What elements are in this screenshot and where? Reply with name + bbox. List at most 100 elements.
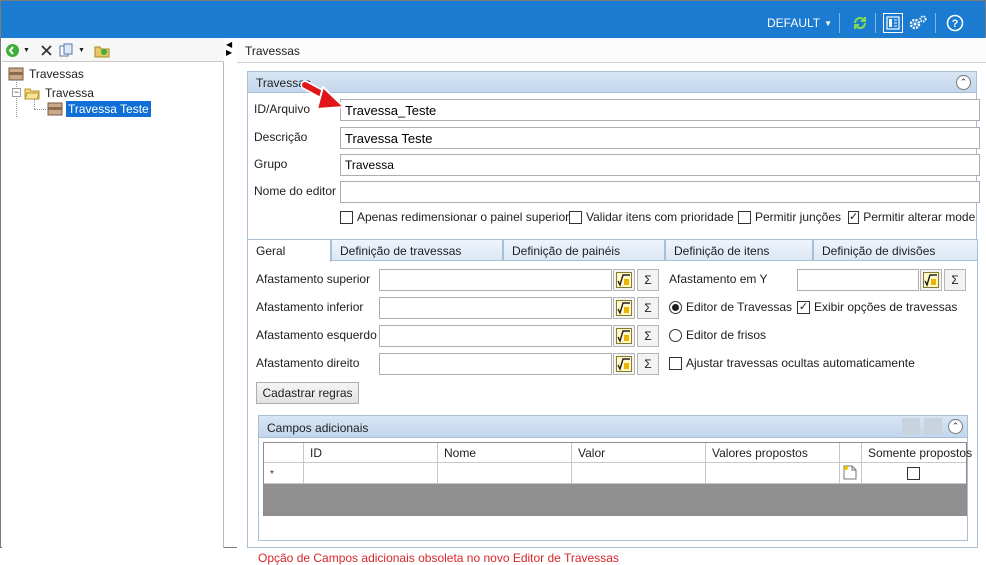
tree-item-selected[interactable]: Travessa Teste	[47, 100, 151, 118]
tab-definicao-divisoes[interactable]: Definição de divisões	[813, 239, 978, 261]
tree-root[interactable]: Travessas	[8, 65, 86, 83]
check-juncoes[interactable]: Permitir junções	[738, 210, 841, 224]
grid-cell-valor[interactable]	[572, 463, 706, 483]
check-ajustar[interactable]: Ajustar travessas ocultas automaticament…	[669, 356, 915, 370]
checkbox-icon	[738, 210, 751, 224]
grupo-label: Grupo	[254, 157, 288, 171]
tree-root-label: Travessas	[29, 67, 84, 81]
sum-icon[interactable]: Σ	[637, 269, 659, 291]
separator	[875, 13, 876, 33]
column-header-nome[interactable]: Nome	[438, 443, 572, 462]
formula-icon[interactable]	[613, 297, 635, 319]
radio-editor-frisos[interactable]: Editor de frisos	[669, 328, 766, 342]
refresh-icon[interactable]	[850, 13, 870, 33]
check-alterar-modelo[interactable]: ✓ Permitir alterar modelo	[848, 210, 976, 224]
new-row-marker: *	[264, 463, 304, 483]
column-header-valor[interactable]: Valor	[572, 443, 706, 462]
profile-dropdown[interactable]: DEFAULT ▼	[767, 16, 832, 30]
column-header-id[interactable]: ID	[304, 443, 438, 462]
application-window: DEFAULT ▼ ? ▼ ▼ Travessas − Travessa Tra…	[0, 0, 986, 565]
checkmark-icon: ✓	[797, 300, 810, 314]
check-label: Permitir alterar modelo	[863, 210, 976, 224]
profile-label: DEFAULT	[767, 16, 821, 30]
afast-superior-field[interactable]	[379, 269, 612, 291]
radio-icon	[669, 328, 682, 342]
layout-icon[interactable]	[883, 13, 903, 33]
separator	[839, 13, 840, 33]
afast-inferior-field[interactable]	[379, 297, 612, 319]
sum-icon[interactable]: Σ	[637, 325, 659, 347]
add-icon[interactable]: ▼	[5, 42, 30, 58]
grid-action-button[interactable]	[902, 418, 920, 435]
collapse-up-icon[interactable]: ⌃	[948, 419, 963, 434]
grid-cell-valores-propostos[interactable]	[706, 463, 840, 483]
radio-label: Editor de Travessas	[686, 300, 793, 314]
radio-label: Editor de frisos	[686, 328, 767, 342]
tree-item-label: Travessa Teste	[66, 101, 151, 117]
tree-folder-label: Travessa	[45, 86, 94, 100]
collapse-icon[interactable]: −	[12, 88, 21, 97]
row-header-cell	[264, 443, 304, 462]
folder-new-icon[interactable]	[94, 42, 110, 58]
subgroup-header: Campos adicionais ⌃	[259, 416, 967, 438]
copy-icon[interactable]: ▼	[59, 42, 85, 58]
column-header-somente-propostos[interactable]: Somente propostos	[862, 443, 972, 462]
column-header-blank	[840, 443, 862, 462]
check-redimensionar[interactable]: Apenas redimensionar o painel superior	[340, 210, 569, 224]
grid-action-button[interactable]	[924, 418, 942, 435]
id-field[interactable]	[340, 99, 980, 121]
svg-text:?: ?	[952, 18, 959, 30]
formula-icon[interactable]	[920, 269, 942, 291]
column-header-valores-propostos[interactable]: Valores propostos	[706, 443, 840, 462]
campos-grid: ID Nome Valor Valores propostos Somente …	[263, 442, 972, 516]
grupo-select[interactable]	[340, 154, 980, 176]
check-validar[interactable]: Validar itens com prioridade	[569, 210, 734, 224]
descricao-label: Descrição	[254, 130, 308, 144]
obsolete-warning: Opção de Campos adicionais obsoleta no n…	[258, 551, 619, 565]
chevron-down-icon: ▼	[78, 46, 85, 54]
grid-cell-nome[interactable]	[438, 463, 572, 483]
sum-icon[interactable]: Σ	[637, 297, 659, 319]
edit-list-icon[interactable]	[840, 463, 862, 483]
editor-field[interactable]	[340, 181, 980, 203]
splitter-toggle[interactable]: ◀ ▶	[226, 41, 236, 57]
settings-icon[interactable]	[908, 13, 928, 33]
tab-definicao-itens[interactable]: Definição de itens	[665, 239, 813, 261]
separator	[935, 13, 936, 33]
tree-panel: ▼ ▼ Travessas − Travessa Travessa Teste	[2, 38, 224, 548]
check-label: Exibir opções de travessas	[814, 300, 958, 314]
formula-icon[interactable]	[613, 353, 635, 375]
tab-definicao-travessas[interactable]: Definição de travessas	[331, 239, 503, 261]
descricao-field[interactable]	[340, 127, 980, 149]
top-bar: DEFAULT ▼ ?	[1, 1, 985, 38]
tab-geral[interactable]: Geral	[247, 239, 331, 262]
formula-icon[interactable]	[613, 325, 635, 347]
grid-new-row[interactable]: *	[264, 463, 966, 484]
radio-editor-travessas[interactable]: Editor de Travessas	[669, 300, 792, 314]
afast-esquerdo-label: Afastamento esquerdo	[256, 328, 377, 342]
checkbox-icon	[907, 467, 920, 480]
check-exibir-opcoes[interactable]: ✓ Exibir opções de travessas	[797, 300, 957, 314]
formula-icon[interactable]	[613, 269, 635, 291]
group-header: Travessas ⌃	[248, 72, 976, 93]
afast-y-label: Afastamento em Y	[669, 272, 768, 286]
delete-icon[interactable]	[40, 42, 53, 58]
cadastrar-regras-button[interactable]: Cadastrar regras	[256, 382, 359, 404]
check-label: Apenas redimensionar o painel superior	[357, 210, 570, 224]
sum-icon[interactable]: Σ	[637, 353, 659, 375]
chevron-down-icon: ▼	[23, 46, 30, 54]
collapse-up-icon[interactable]: ⌃	[956, 75, 971, 90]
tree-line	[34, 99, 35, 109]
editor-panel: Travessas Travessas ⌃ ID/Arquivo Descriç…	[237, 38, 986, 565]
grid-cell-id[interactable]	[304, 463, 438, 483]
afast-esquerdo-field[interactable]	[379, 325, 612, 347]
radio-selected-icon	[669, 300, 682, 314]
help-icon[interactable]: ?	[945, 13, 965, 33]
somente-propostos-checkbox[interactable]	[862, 463, 966, 483]
tab-definicao-paineis[interactable]: Definição de painéis	[503, 239, 665, 261]
editor-label: Nome do editor	[254, 184, 337, 198]
afast-y-field[interactable]	[797, 269, 919, 291]
checkbox-icon	[340, 210, 353, 224]
sum-icon[interactable]: Σ	[944, 269, 966, 291]
afast-direito-field[interactable]	[379, 353, 612, 375]
